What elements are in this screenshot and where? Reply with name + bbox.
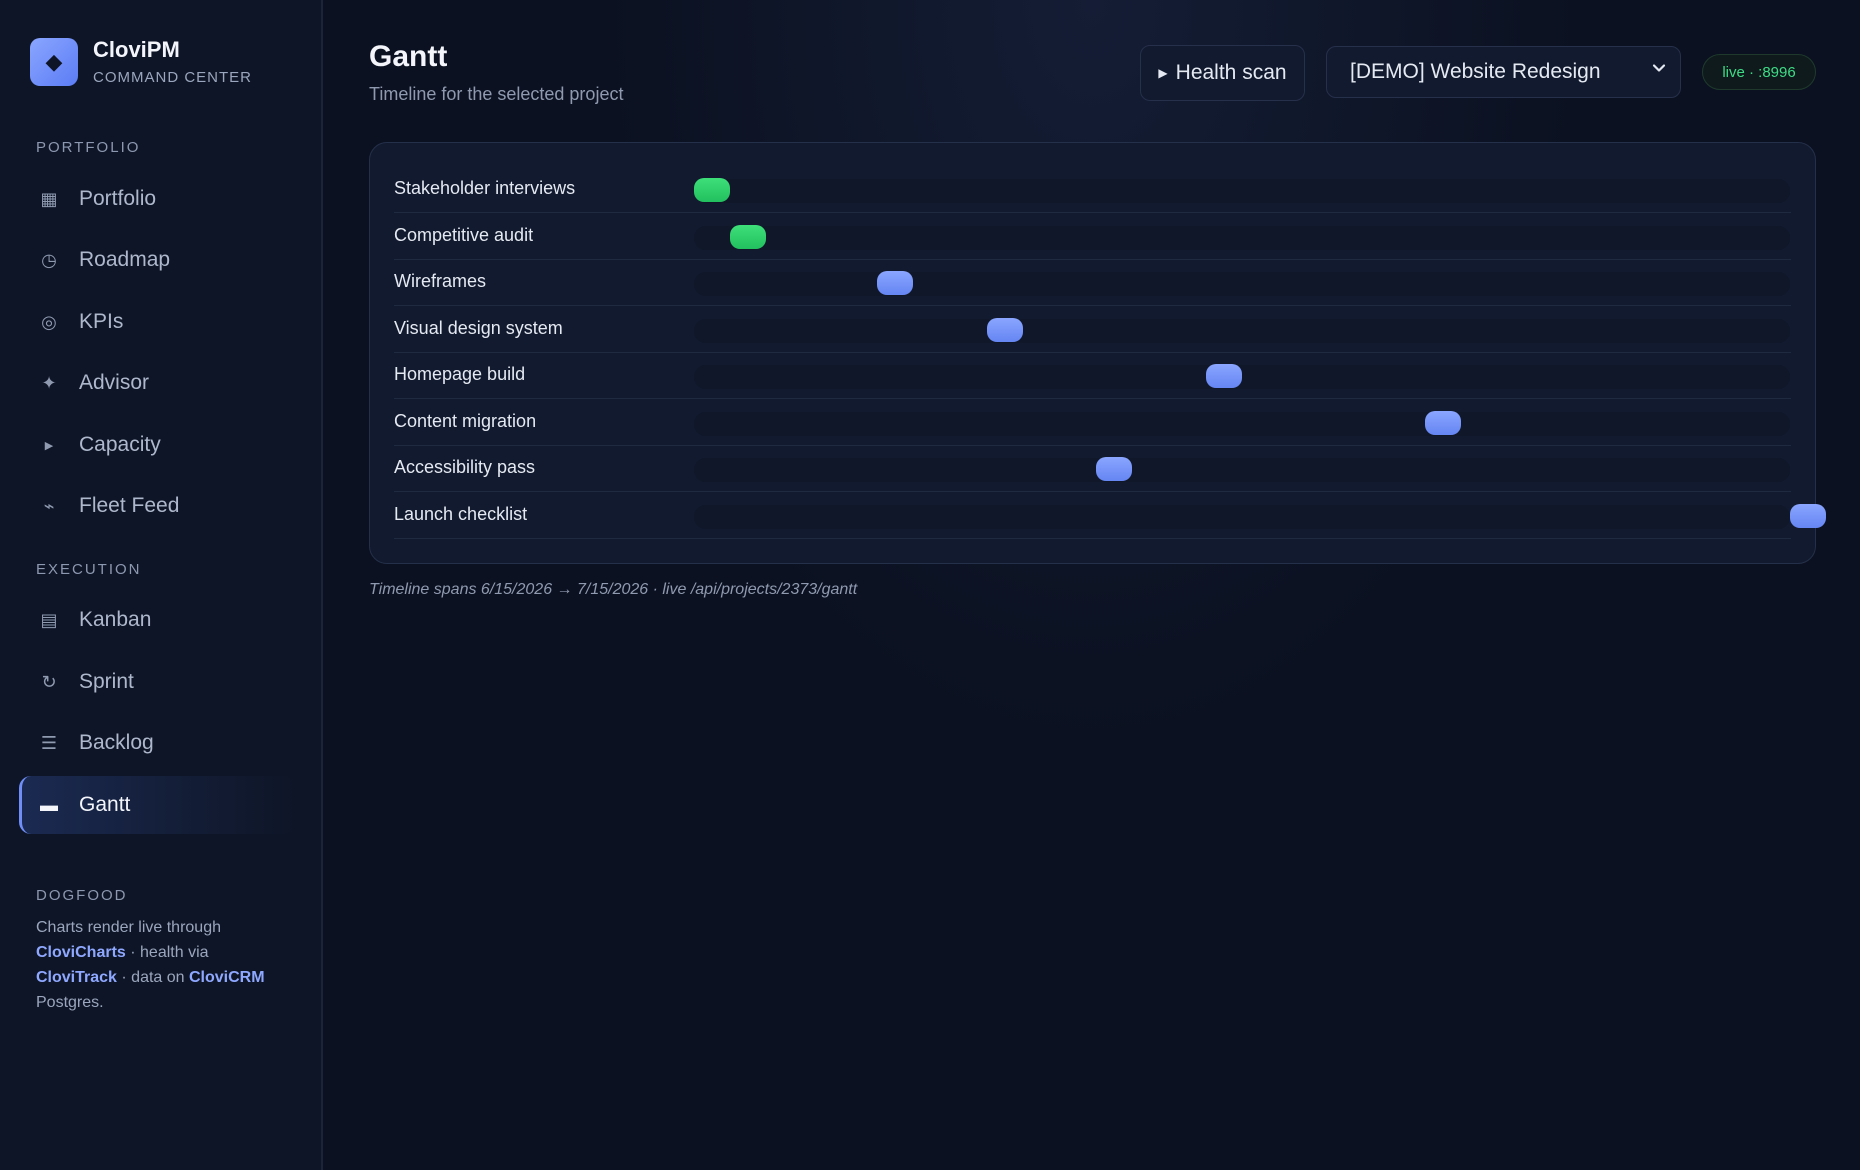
list-icon: ☰: [40, 732, 58, 753]
gantt-track: [694, 365, 1790, 389]
gantt-track: [694, 504, 1790, 529]
gantt-task-label: Content migration: [394, 410, 537, 431]
sidebar-item-kanban[interactable]: ▤ Kanban: [19, 591, 295, 649]
health-scan-label: Health scan: [1175, 61, 1287, 84]
diamond-icon: ◆: [30, 37, 78, 86]
clock-icon: ◷: [41, 249, 57, 270]
gantt-task-label: Accessibility pass: [394, 457, 536, 477]
cloviTrack-link[interactable]: CloviTrack: [36, 969, 117, 986]
sidebar-item-roadmap[interactable]: ◷ Roadmap: [19, 231, 295, 289]
gantt-task-bar[interactable]: [1205, 364, 1242, 388]
gantt-track: [694, 179, 1790, 203]
gantt-task-label: Competitive audit: [394, 224, 534, 245]
dogfood-text-4: Postgres.: [36, 994, 104, 1011]
sidebar-item-label: Portfolio: [79, 187, 157, 210]
refresh-icon: ↻: [41, 671, 57, 692]
gantt-row[interactable]: Homepage build: [394, 352, 1791, 399]
board-icon: ▤: [40, 609, 58, 630]
gantt-row[interactable]: Visual design system: [394, 306, 1791, 353]
grid-icon: ▦: [40, 188, 58, 209]
sidebar: ◆ CloviPM COMMAND CENTER PORTFOLIO ▦ Por…: [0, 0, 323, 1170]
sidebar-item-backlog[interactable]: ☰ Backlog: [19, 714, 295, 772]
bar-icon: ▬: [40, 794, 58, 815]
dogfood-text: Charts render live through CloviCharts ·…: [36, 915, 286, 1015]
gantt-task-bar[interactable]: [1096, 457, 1133, 481]
gantt-row[interactable]: Stakeholder interviews: [394, 166, 1791, 213]
gantt-row[interactable]: Competitive audit: [394, 213, 1791, 260]
sidebar-item-kpis[interactable]: ◎ KPIs: [19, 293, 295, 351]
sidebar-item-label: Advisor: [79, 371, 150, 394]
sidebar-item-label: Backlog: [79, 731, 154, 754]
gantt-row[interactable]: Accessibility pass: [394, 445, 1791, 492]
brand-name: CloviPM: [93, 37, 180, 62]
project-select-value: [DEMO] Website Redesign: [1350, 60, 1601, 83]
gantt-task-bar[interactable]: [730, 224, 767, 249]
sidebar-item-label: KPIs: [79, 310, 124, 333]
sidebar-item-portfolio[interactable]: ▦ Portfolio: [19, 170, 295, 228]
sidebar-item-fleet-feed[interactable]: ⌁ Fleet Feed: [19, 477, 295, 535]
gantt-task-label: Launch checklist: [394, 503, 528, 524]
sidebar-item-label: Kanban: [79, 608, 152, 631]
cloviCharts-link[interactable]: CloviCharts: [36, 944, 126, 961]
sparkle-icon: ✦: [41, 372, 57, 393]
dogfood-text-2: · health via: [130, 944, 209, 961]
gantt-track: [694, 225, 1790, 250]
gantt-task-label: Visual design system: [394, 317, 563, 338]
pulse-icon: ⌁: [43, 495, 55, 516]
gantt-row[interactable]: Wireframes: [394, 259, 1791, 306]
timeline-footnote: Timeline spans 6/15/2026 → 7/15/2026 · l…: [369, 581, 858, 598]
gantt-track: [694, 411, 1790, 436]
gantt-track: [694, 458, 1790, 482]
gantt-task-bar[interactable]: [1790, 503, 1826, 528]
sidebar-item-label: Gantt: [79, 793, 131, 816]
gantt-chart: Stakeholder interviews Competitive audit W…: [369, 142, 1826, 564]
play-icon: ▶: [1158, 66, 1168, 80]
live-status-badge: live · :8996: [1702, 54, 1816, 90]
main-content: Gantt Timeline for the selected project …: [325, 0, 1860, 1170]
gantt-row[interactable]: Launch checklist: [394, 492, 1826, 539]
brand-subtitle: COMMAND CENTER: [93, 69, 252, 86]
gantt-task-label: Homepage build: [394, 364, 526, 384]
sidebar-item-label: Fleet Feed: [79, 494, 180, 517]
sidebar-item-capacity[interactable]: ▶ Capacity: [19, 416, 295, 474]
gantt-row[interactable]: Content migration: [394, 399, 1791, 446]
gantt-task-bar[interactable]: [694, 178, 730, 202]
section-label-dogfood: DOGFOOD: [36, 887, 128, 904]
sidebar-item-label: Sprint: [79, 670, 134, 693]
sidebar-item-label: Capacity: [79, 433, 161, 456]
gantt-task-bar[interactable]: [877, 271, 914, 295]
target-icon: ◎: [41, 311, 57, 332]
page-subtitle: Timeline for the selected project: [369, 84, 624, 104]
sidebar-item-gantt[interactable]: ▬ Gantt: [19, 776, 295, 834]
sidebar-item-sprint[interactable]: ↻ Sprint: [19, 653, 295, 711]
triangle-icon: ▶: [44, 439, 54, 452]
gantt-task-bar[interactable]: [1425, 410, 1462, 435]
dogfood-text-3: · data on: [121, 969, 185, 986]
page-title: Gantt: [369, 40, 448, 73]
chevron-down-icon: [1652, 64, 1666, 72]
gantt-task-label: Wireframes: [394, 271, 487, 291]
health-scan-button[interactable]: ▶ Health scan: [1140, 45, 1305, 101]
brand[interactable]: ◆ CloviPM COMMAND CENTER: [30, 37, 252, 86]
dogfood-text-1: Charts render live through: [36, 919, 221, 936]
section-label-portfolio: PORTFOLIO: [36, 139, 141, 156]
sidebar-item-advisor[interactable]: ✦ Advisor: [19, 354, 295, 412]
section-label-execution: EXECUTION: [36, 561, 142, 578]
cloviCRM-link[interactable]: CloviCRM: [189, 969, 265, 986]
gantt-track: [694, 272, 1790, 296]
gantt-task-bar[interactable]: [986, 317, 1023, 342]
gantt-task-label: Stakeholder interviews: [394, 178, 576, 198]
sidebar-item-label: Roadmap: [79, 248, 171, 271]
project-select[interactable]: [DEMO] Website Redesign: [1326, 46, 1681, 98]
gantt-track: [694, 318, 1790, 343]
